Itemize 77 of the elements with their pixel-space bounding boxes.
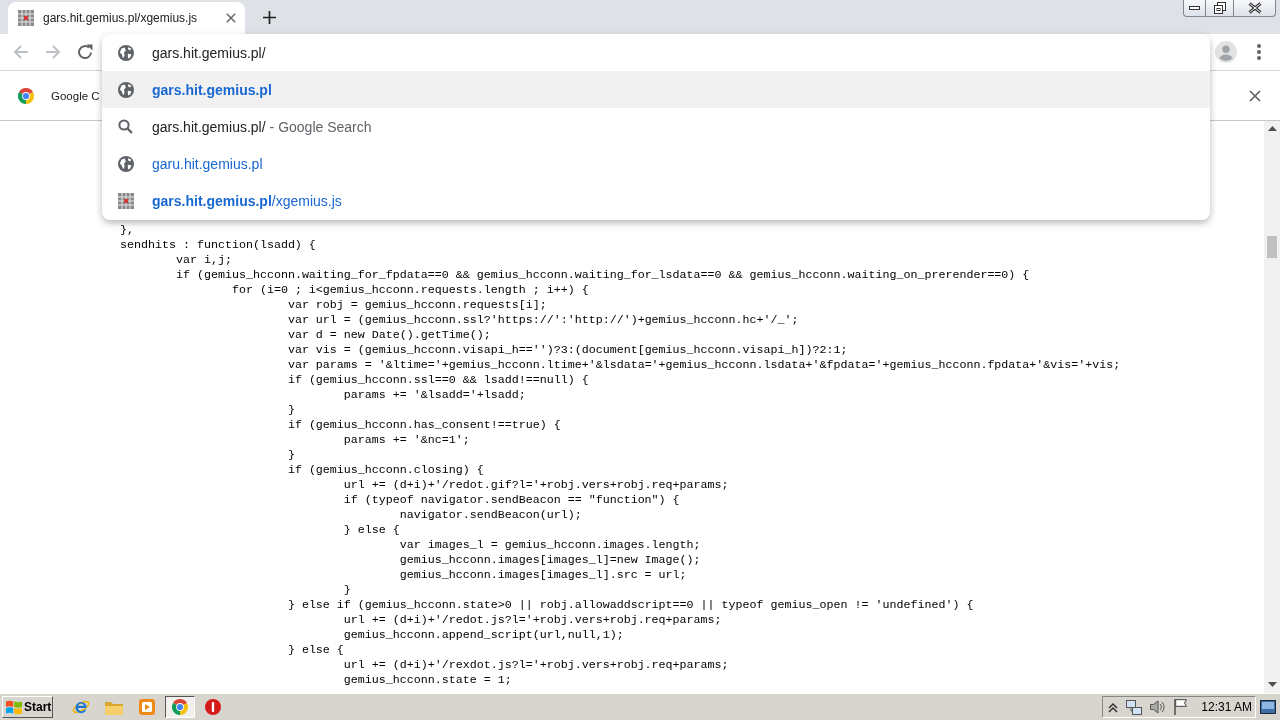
code-line: var d = new Date().getTime(); — [287, 328, 491, 342]
code-line: for (i=0 ; i<gemius_hcconn.requests.length ; i++) { — [231, 283, 589, 297]
suggestion-item[interactable]: gars.hit.gemius.pl — [102, 71, 1210, 108]
code-line: if (gemius_hcconn.closing) { — [287, 463, 484, 477]
code-line: url += (d+i)+'/rexdot.js?l='+robj.vers+robj.req+params; — [343, 658, 729, 672]
close-window-button[interactable] — [1234, 0, 1276, 17]
alert-icon — [205, 699, 221, 715]
code-line: } else if (gemius_hcconn.state>0 || robj.allowaddscript==0 || typeof gemius_open != 'undefined') { — [287, 598, 974, 612]
globe-icon — [118, 155, 134, 172]
scroll-up-icon[interactable] — [1267, 126, 1277, 131]
code-line: var robj = gemius_hcconn.requests[i]; — [287, 298, 547, 312]
code-line: var url = (gemius_hcconn.ssl?'https://':'http://')+gemius_hcconn.hc+'/_'; — [287, 313, 799, 327]
clock[interactable]: 12:31 AM — [1201, 700, 1252, 714]
network-icon[interactable] — [1126, 699, 1143, 715]
window-logo-icon — [6, 699, 22, 715]
code-line: var vis = (gemius_hcconn.visapi_h=='')?3:(document[gemius_hcconn.visapi_h])?2:1; — [287, 343, 848, 357]
forward-arrow-icon — [45, 44, 61, 60]
minimize-icon — [1189, 6, 1200, 10]
browser-tab[interactable]: gars.hit.gemius.pl/xgemius.js — [8, 2, 245, 34]
code-line: } — [287, 448, 295, 462]
code-line: sendhits : function(lsadd) { — [120, 238, 316, 252]
scrollbar-thumb[interactable] — [1267, 236, 1277, 258]
play-icon — [139, 699, 155, 715]
code-line: var i,j; — [175, 253, 232, 267]
grid-icon — [18, 10, 34, 26]
code-line: } — [287, 403, 295, 417]
code-line: var images_l = gemius_hcconn.images.length; — [399, 538, 701, 552]
chevron-up-icon[interactable] — [1108, 701, 1119, 713]
start-button[interactable]: Start — [2, 696, 53, 718]
code-line: params += '&nc=1'; — [343, 433, 470, 447]
browser-logo-icon — [18, 87, 34, 104]
globe-icon — [118, 81, 134, 98]
code-line: gemius_hcconn.append_script(url,null,1); — [343, 628, 624, 642]
reload-icon — [77, 44, 93, 60]
scroll-down-icon[interactable] — [1267, 682, 1277, 687]
code-line: } else { — [287, 643, 344, 657]
code-line: navigator.sendBeacon(url); — [399, 508, 582, 522]
search-icon — [118, 118, 134, 135]
folder-icon — [105, 699, 123, 715]
code-line: url += (d+i)+'/redot.gif?l='+robj.vers+robj.req+params; — [343, 478, 729, 492]
e-logo-icon — [72, 698, 90, 716]
back-arrow-icon — [13, 44, 29, 60]
code-line: if (typeof navigator.sendBeacon == "function") { — [343, 493, 680, 507]
code-line: if (gemius_hcconn.waiting_for_fpdata==0 && gemius_hcconn.waiting_for_lsdata==0 && gemius_hcconn.waiting_on_prerender==0) { — [175, 268, 1030, 282]
close-icon — [226, 13, 236, 23]
restore-button[interactable] — [1206, 0, 1234, 17]
desktop-icon — [1260, 700, 1276, 714]
close-icon — [1247, 2, 1262, 14]
infobar-text: Google C — [51, 89, 100, 102]
globe-icon — [118, 44, 134, 61]
minimize-button[interactable] — [1183, 0, 1206, 17]
code-line: params += '&lsadd='+lsadd; — [343, 388, 526, 402]
address-field[interactable]: gars.hit.gemius.pl/ — [152, 42, 1194, 63]
suggestion-item[interactable]: garu.hit.gemius.pl — [102, 145, 1210, 182]
taskbar-button[interactable] — [165, 696, 195, 718]
code-line: var params = '&ltime='+gemius_hcconn.ltime+'&lsdata='+gemius_hcconn.lsdata+'&fpdata='+gemius_hcconn.fpdata+'&vis='+vis; — [287, 358, 1121, 372]
code-line: gemius_hcconn.images[images_l].src = url; — [399, 568, 687, 582]
plus-icon — [262, 10, 276, 24]
grid-icon — [118, 192, 134, 209]
suggestion-item[interactable]: gars.hit.gemius.pl/ - Google Search — [102, 108, 1210, 145]
suggestion-item[interactable]: gars.hit.gemius.pl/xgemius.js — [102, 182, 1210, 219]
close-icon — [1249, 89, 1261, 102]
code-line: url += (d+i)+'/redot.js?l='+robj.vers+robj.req+params; — [343, 613, 722, 627]
code-line: if (gemius_hcconn.ssl==0 && lsadd!==null) { — [287, 373, 589, 387]
code-line: }, — [120, 223, 134, 237]
code-line: gemius_hcconn.images[images_l]=new Image(); — [399, 553, 701, 567]
flag-icon[interactable] — [1174, 699, 1188, 715]
scrollbar[interactable] — [1264, 121, 1280, 693]
speaker-icon[interactable] — [1150, 699, 1167, 715]
code-line: if (gemius_hcconn.has_consent!==true) { — [287, 418, 561, 432]
code-line: gemius_hcconn.state = 1; — [343, 673, 512, 687]
browser-logo-icon — [172, 699, 188, 715]
code-line: } else { — [343, 523, 400, 537]
avatar-icon — [1215, 41, 1237, 63]
code-line: } — [343, 583, 351, 597]
menu-icon — [1257, 44, 1261, 60]
restore-icon — [1213, 2, 1226, 14]
